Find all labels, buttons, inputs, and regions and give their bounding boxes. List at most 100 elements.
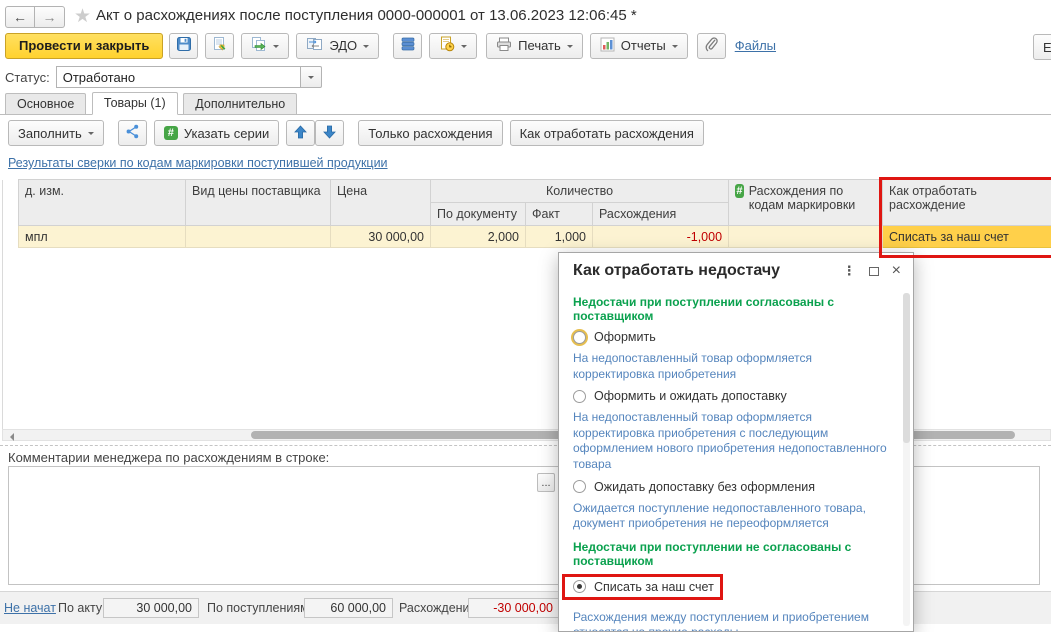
more-button[interactable]: Еще: [1033, 34, 1051, 60]
cell-by-document[interactable]: 2,000: [431, 226, 526, 248]
option-write-off-our-expense[interactable]: Списать за наш счет: [573, 580, 714, 594]
fill-caret-icon: [88, 132, 94, 138]
post-and-close-button[interactable]: Провести и закрыть: [5, 33, 163, 59]
print-label: Печать: [518, 38, 561, 53]
column-header-price[interactable]: Цена: [331, 180, 431, 226]
column-header-marking-codes[interactable]: #Расхождения по кодам маркировки: [729, 180, 883, 226]
share-button[interactable]: [118, 120, 147, 146]
group-header-agreed: Недостачи при поступлении согласованы с …: [573, 295, 887, 323]
option-wait-no-paperwork[interactable]: Ожидать допоставку без оформления: [573, 480, 887, 494]
column-header-unit[interactable]: д. изм.: [19, 180, 186, 226]
status-dropdown-button[interactable]: [301, 66, 322, 88]
dialog-scrollbar-thumb[interactable]: [903, 293, 910, 443]
files-link[interactable]: Файлы: [735, 38, 776, 53]
create-based-on-caret-icon: [273, 45, 279, 51]
only-discrepancies-button[interactable]: Только расхождения: [358, 120, 502, 146]
cell-how-to-process[interactable]: Списать за наш счет: [883, 226, 1051, 248]
how-to-process-label: Как отработать расхождения: [520, 126, 694, 141]
how-to-process-dialog: Как отработать недостачу ⋮ × Недостачи п…: [558, 252, 914, 632]
cell-price[interactable]: 30 000,00: [331, 226, 431, 248]
maximize-icon[interactable]: [869, 267, 879, 276]
by-act-label: По акту:: [58, 601, 106, 615]
radio-wait-delivery[interactable]: [573, 390, 586, 403]
register-records-icon: [401, 37, 415, 54]
print-button[interactable]: Печать: [486, 33, 583, 59]
only-discrepancies-label: Только расхождения: [368, 126, 492, 141]
option-wait-delivery[interactable]: Оформить и ожидать допоставку: [573, 389, 887, 403]
move-down-button[interactable]: [315, 120, 344, 146]
cell-supplier-price-type[interactable]: [186, 226, 331, 248]
create-based-on-button[interactable]: [241, 33, 289, 59]
tab-main[interactable]: Основное: [5, 93, 86, 115]
document-journal-button[interactable]: [429, 33, 477, 59]
tab-goods[interactable]: Товары (1): [92, 92, 178, 115]
back-button[interactable]: ←: [5, 6, 35, 28]
column-header-supplier-price-type[interactable]: Вид цены поставщика: [186, 180, 331, 226]
tab-additional[interactable]: Дополнительно: [183, 93, 297, 115]
save-button[interactable]: [169, 33, 198, 59]
close-icon[interactable]: ×: [892, 265, 901, 277]
marking-codes-label: Расхождения по кодам маркировки: [749, 184, 876, 212]
option-write-off-our-expense-label: Списать за наш счет: [594, 580, 714, 594]
by-act-field: 30 000,00: [103, 598, 199, 618]
printer-icon: [496, 37, 512, 55]
table-row[interactable]: мпл 30 000,00 2,000 1,000 -1,000 Списать…: [19, 226, 1051, 248]
goods-table: д. изм. Вид цены поставщика Цена Количес…: [18, 179, 1051, 248]
form-left-edge: [2, 180, 3, 440]
cell-unit[interactable]: мпл: [19, 226, 186, 248]
scroll-left-icon[interactable]: [6, 433, 14, 441]
register-records-button[interactable]: [393, 33, 422, 59]
forward-icon: →: [43, 9, 57, 25]
column-header-how-to-process[interactable]: Как отработать расхождение: [883, 180, 1051, 226]
radio-write-off-our-expense[interactable]: [573, 580, 586, 593]
cell-fact[interactable]: 1,000: [526, 226, 593, 248]
cell-discrepancies[interactable]: -1,000: [593, 226, 729, 248]
report-chart-icon: [600, 37, 615, 55]
group-header-not-agreed: Недостачи при поступлении не согласованы…: [573, 540, 887, 568]
post-document-button[interactable]: [205, 33, 234, 59]
forward-button[interactable]: →: [35, 6, 65, 28]
marking-results-link[interactable]: Результаты сверки по кодам маркировки по…: [8, 156, 388, 170]
move-up-button[interactable]: [286, 120, 315, 146]
back-icon: ←: [13, 9, 27, 25]
comments-open-button[interactable]: ...: [537, 473, 555, 492]
dialog-menu-icon[interactable]: ⋮: [843, 263, 856, 279]
attachments-button[interactable]: [697, 33, 726, 59]
how-to-process-button[interactable]: Как отработать расхождения: [510, 120, 704, 146]
status-combobox[interactable]: Отработано: [56, 66, 322, 88]
print-caret-icon: [567, 45, 573, 51]
description-oformit: На недопоставленный товар оформляется ко…: [573, 351, 887, 382]
option-wait-delivery-label: Оформить и ожидать допоставку: [594, 389, 787, 403]
cell-marking-codes[interactable]: [729, 226, 883, 248]
dialog-scrollbar[interactable]: [903, 293, 910, 626]
status-value[interactable]: Отработано: [56, 66, 301, 88]
radio-oformit[interactable]: [573, 331, 586, 344]
column-header-discrepancies[interactable]: Расхождения: [593, 203, 729, 226]
description-wait-delivery: На недопоставленный товар оформляется ко…: [573, 410, 887, 472]
fill-label: Заполнить: [18, 126, 82, 141]
specify-series-button[interactable]: # Указать серии: [154, 120, 279, 146]
post-and-close-label: Провести и закрыть: [19, 38, 149, 53]
status-caret-icon: [308, 76, 314, 82]
history-nav: ← →: [5, 6, 65, 28]
more-label: Еще: [1043, 40, 1051, 55]
option-wait-no-paperwork-label: Ожидать допоставку без оформления: [594, 480, 815, 494]
arrow-down-icon: [323, 125, 336, 142]
reports-button[interactable]: Отчеты: [590, 33, 688, 59]
edo-button[interactable]: ЭДО: [296, 33, 379, 59]
column-header-by-document[interactable]: По документу: [431, 203, 526, 226]
reports-label: Отчеты: [621, 38, 666, 53]
description-wait-no-paperwork: Ожидается поступление недопоставленного …: [573, 501, 887, 532]
fill-button[interactable]: Заполнить: [8, 120, 104, 146]
description-write-off-our-expense: Расхождения между поступлением и приобре…: [573, 610, 887, 632]
option-oformit[interactable]: Оформить: [573, 330, 887, 344]
create-based-on-icon: [251, 36, 267, 55]
state-link[interactable]: Не начат: [4, 601, 56, 615]
save-icon: [176, 36, 192, 55]
dialog-title: Как отработать недостачу: [573, 262, 780, 279]
column-header-fact[interactable]: Факт: [526, 203, 593, 226]
radio-wait-no-paperwork[interactable]: [573, 480, 586, 493]
favorite-star-icon[interactable]: ★: [74, 5, 91, 28]
column-group-quantity[interactable]: Количество: [431, 180, 729, 203]
edo-caret-icon: [363, 45, 369, 51]
